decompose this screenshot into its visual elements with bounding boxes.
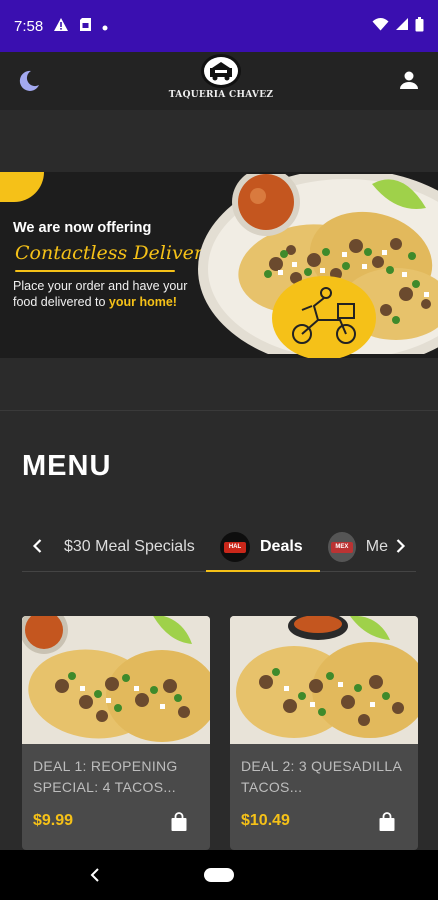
menu-item-card[interactable]: DEAL 2: 3 QUESADILLA TACOS... $10.49 xyxy=(230,616,418,850)
brand-logo[interactable]: TAQUERIA CHAVEZ xyxy=(169,54,273,106)
battery-icon xyxy=(415,16,424,36)
promo-script-title: Contactless Delivery xyxy=(15,242,214,264)
menu-item-price: $9.99 xyxy=(33,812,74,829)
wifi-icon xyxy=(372,17,389,35)
dark-mode-toggle[interactable] xyxy=(16,68,42,94)
user-icon xyxy=(398,71,420,95)
sim-card-icon xyxy=(79,17,92,36)
tab-deals-thumbnail: HAL xyxy=(220,532,250,562)
menu-item-photo xyxy=(230,616,418,744)
notification-dot-icon xyxy=(102,18,108,35)
system-navigation-bar xyxy=(0,850,438,900)
more-badge-icon: MEX xyxy=(330,541,353,553)
add-to-bag-button[interactable] xyxy=(378,812,396,832)
system-back-button[interactable] xyxy=(88,864,102,886)
menu-item-title: DEAL 1: REOPENING SPECIAL: 4 TACOS... xyxy=(33,758,178,795)
menu-item-price: $10.49 xyxy=(241,812,290,829)
menu-item-photo xyxy=(22,616,210,744)
tab-label: Deals xyxy=(260,538,303,555)
tab-label: $30 Meal Specials xyxy=(64,538,195,555)
back-chevron-icon xyxy=(88,868,102,890)
menu-item-card[interactable]: DEAL 1: REOPENING SPECIAL: 4 TACOS... $9… xyxy=(22,616,210,850)
app-header: TAQUERIA CHAVEZ xyxy=(0,52,438,110)
account-button[interactable] xyxy=(398,69,420,91)
logo-text: TAQUERIA CHAVEZ xyxy=(168,90,274,100)
shopping-bag-icon xyxy=(170,812,188,836)
warning-icon xyxy=(53,17,69,36)
promo-description: Place your order and have your food deli… xyxy=(13,278,203,310)
status-bar: 7:58 xyxy=(0,0,438,52)
system-home-button[interactable] xyxy=(204,868,234,882)
chevron-right-icon xyxy=(390,539,410,560)
delivery-promo-banner[interactable]: We are now offering Contactless Delivery… xyxy=(0,172,438,358)
chevron-left-icon xyxy=(28,539,48,560)
tabs-next-button[interactable] xyxy=(390,536,410,556)
tabs-prev-button[interactable] xyxy=(28,536,48,556)
signal-icon xyxy=(395,17,409,35)
tab-menu-more[interactable]: MEX Me xyxy=(328,522,388,572)
promo-headline: We are now offering xyxy=(13,220,152,236)
menu-item-title: DEAL 2: 3 QUESADILLA TACOS... xyxy=(241,758,402,795)
menu-heading: MENU xyxy=(22,450,112,482)
status-time: 7:58 xyxy=(14,17,44,35)
tab-label: Me xyxy=(365,538,388,555)
add-to-bag-button[interactable] xyxy=(170,812,188,832)
tab-deals[interactable]: HAL Deals xyxy=(220,522,303,572)
tab-more-thumbnail: MEX xyxy=(328,532,356,562)
shopping-bag-icon xyxy=(378,812,396,836)
section-divider xyxy=(0,410,438,411)
delivery-scooter-badge xyxy=(272,276,376,358)
promo-underline xyxy=(15,270,175,272)
moon-icon xyxy=(16,70,42,98)
tab-meal-specials[interactable]: $30 Meal Specials xyxy=(64,522,195,572)
decorative-blob xyxy=(0,172,44,202)
promo-desc-highlight: your home! xyxy=(108,295,177,309)
deals-badge-icon: HAL xyxy=(224,541,246,553)
menu-category-tabs: $30 Meal Specials HAL Deals MEX Me xyxy=(22,522,416,572)
active-tab-indicator xyxy=(206,570,320,572)
logo-emblem xyxy=(201,54,241,88)
